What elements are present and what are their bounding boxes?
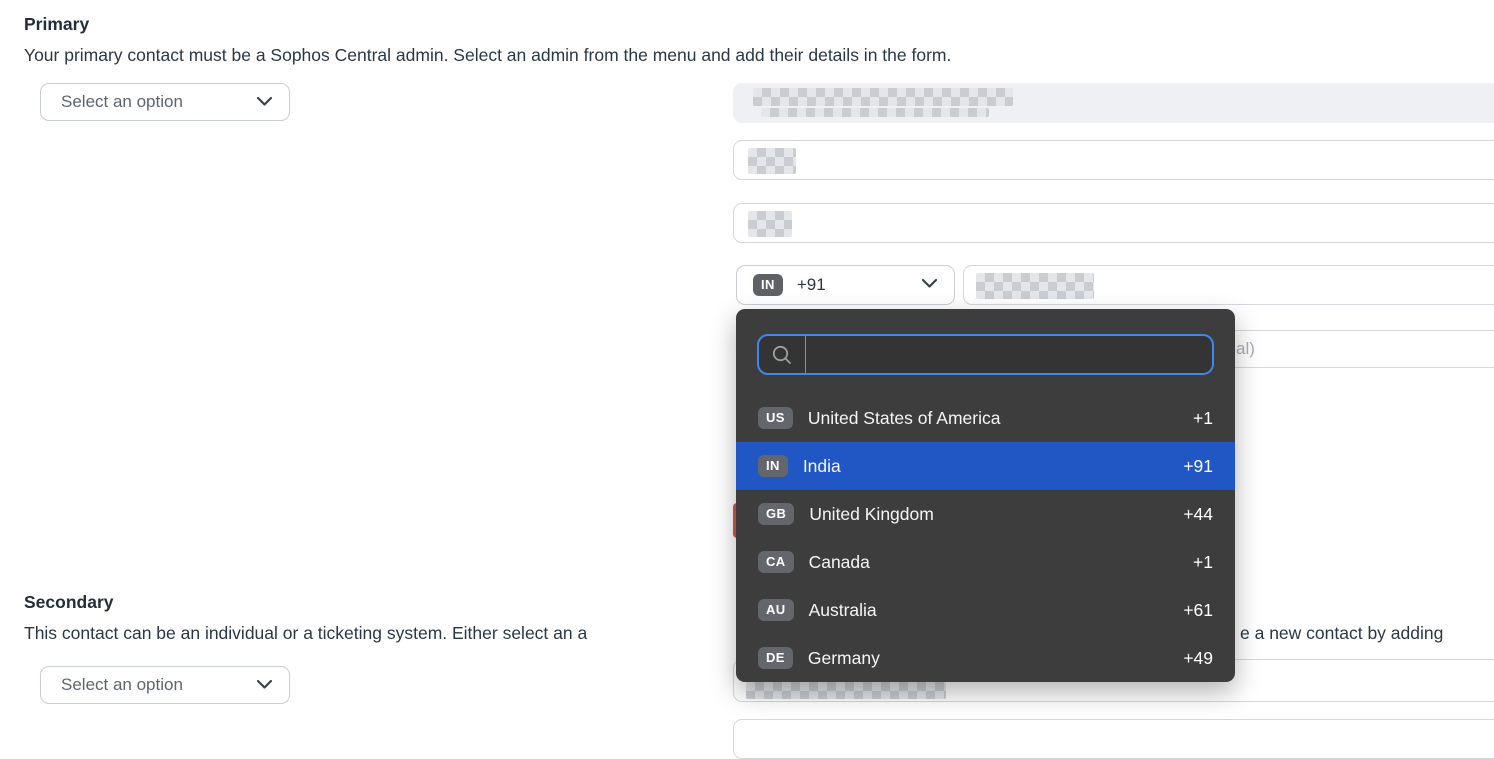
phone-number-input[interactable]	[963, 265, 1494, 305]
secondary-section-description-right: e a new contact by adding	[1240, 622, 1443, 644]
country-flag-badge: CA	[758, 551, 794, 573]
country-dial-code: +44	[1183, 504, 1213, 525]
country-flag-badge: DE	[758, 647, 793, 669]
country-code-select[interactable]: IN +91	[736, 265, 955, 305]
country-list: US United States of America +1 IN India …	[736, 394, 1235, 682]
primary-section-description: Your primary contact must be a Sophos Ce…	[24, 44, 951, 66]
country-flag-badge: IN	[753, 274, 783, 296]
contact-text-input-2[interactable]	[733, 203, 1494, 243]
primary-admin-select-label: Select an option	[61, 92, 183, 112]
country-option-gb[interactable]: GB United Kingdom +44	[736, 490, 1235, 538]
country-name-label: India	[803, 456, 841, 477]
redacted-text	[753, 88, 1013, 106]
secondary-contact-select[interactable]: Select an option	[40, 666, 290, 704]
country-search-input[interactable]	[805, 336, 1200, 373]
country-dial-code: +1	[1193, 552, 1213, 573]
country-flag-badge: IN	[758, 455, 788, 477]
secondary-contact-select-label: Select an option	[61, 675, 183, 695]
country-dial-code: +49	[1183, 648, 1213, 669]
redacted-text	[761, 108, 989, 117]
dial-code-label: +91	[797, 275, 826, 295]
country-option-us[interactable]: US United States of America +1	[736, 394, 1235, 442]
redacted-text	[976, 273, 1094, 299]
country-dropdown-panel: US United States of America +1 IN India …	[736, 309, 1235, 682]
country-option-au[interactable]: AU Australia +61	[736, 586, 1235, 634]
country-flag-badge: US	[758, 407, 793, 429]
optional-placeholder-fragment: al)	[1236, 339, 1255, 359]
chevron-down-icon	[256, 92, 273, 112]
country-search-box[interactable]	[757, 334, 1214, 375]
country-name-label: Canada	[809, 552, 870, 573]
country-flag-badge: AU	[758, 599, 794, 621]
country-dial-code: +91	[1183, 456, 1213, 477]
primary-admin-select[interactable]: Select an option	[40, 83, 290, 121]
search-icon	[771, 344, 793, 366]
secondary-section-title: Secondary	[24, 591, 113, 613]
chevron-down-icon	[921, 276, 938, 294]
redacted-text	[748, 211, 792, 237]
secondary-text-input-2[interactable]	[733, 719, 1494, 759]
country-option-in[interactable]: IN India +91	[736, 442, 1235, 490]
country-dial-code: +1	[1193, 408, 1213, 429]
country-name-label: Australia	[809, 600, 877, 621]
contact-text-input-1[interactable]	[733, 140, 1494, 180]
redacted-text	[746, 682, 946, 699]
country-name-label: United States of America	[808, 408, 1001, 429]
secondary-section-description-left: This contact can be an individual or a t…	[24, 622, 587, 644]
primary-section-title: Primary	[24, 13, 89, 35]
redacted-text	[748, 148, 796, 174]
country-option-ca[interactable]: CA Canada +1	[736, 538, 1235, 586]
country-name-label: Germany	[808, 648, 880, 669]
country-name-label: United Kingdom	[809, 504, 934, 525]
country-flag-badge: GB	[758, 503, 794, 525]
country-dial-code: +61	[1183, 600, 1213, 621]
chevron-down-icon	[256, 675, 273, 695]
primary-admin-readonly-field	[733, 83, 1494, 123]
country-option-de[interactable]: DE Germany +49	[736, 634, 1235, 682]
